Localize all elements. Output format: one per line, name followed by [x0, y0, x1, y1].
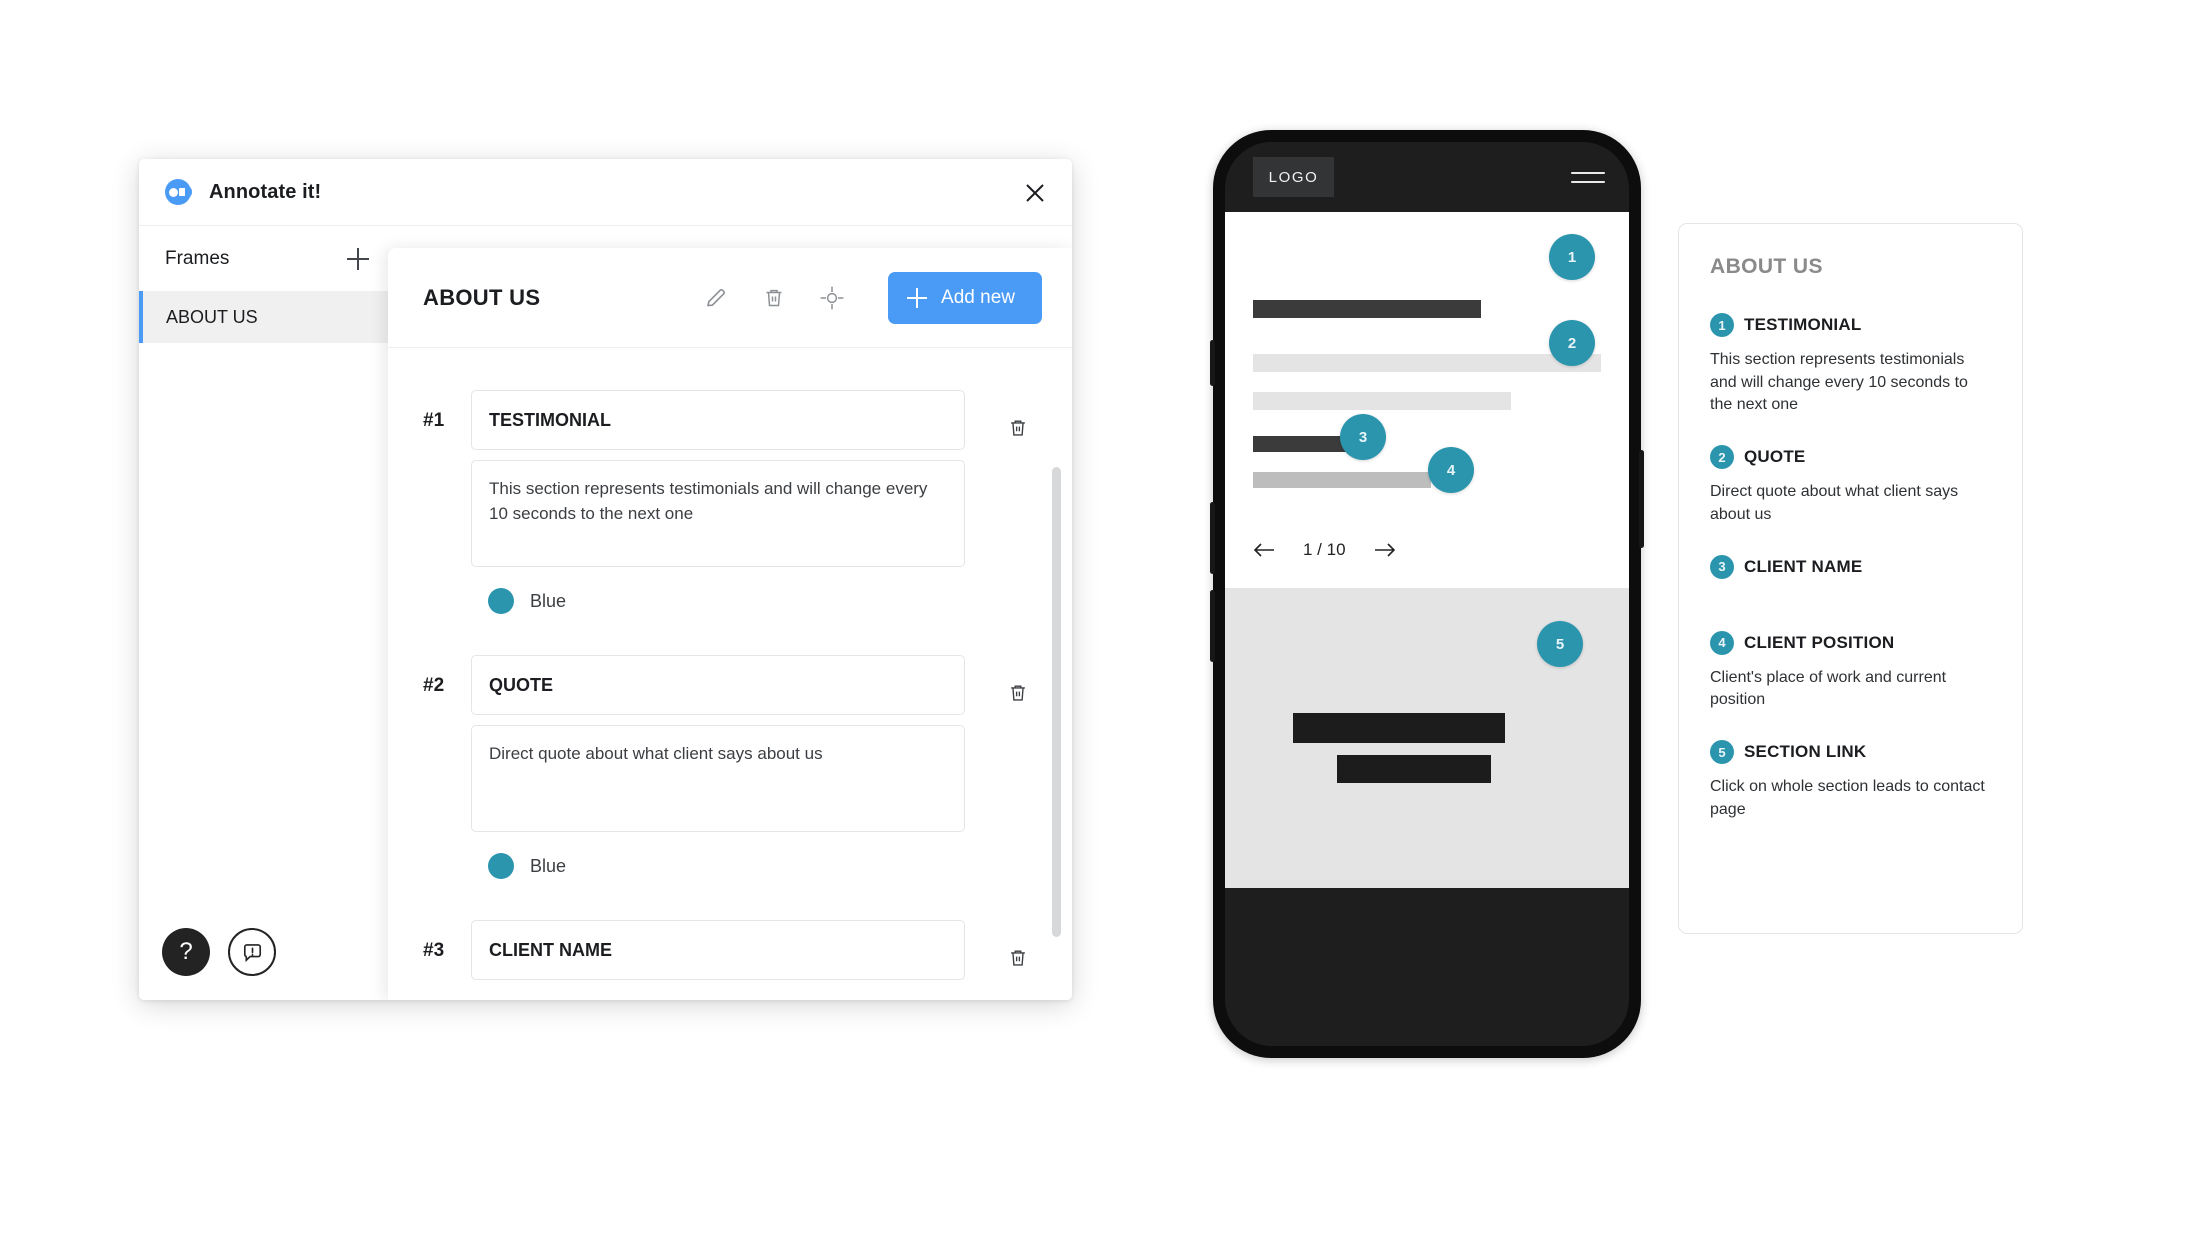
detail-toolbar: ABOUT US Add new: [388, 248, 1072, 348]
row-index: #2: [423, 675, 445, 696]
phone-button-power: [1639, 450, 1644, 548]
legend-badge: 1: [1710, 313, 1734, 337]
legend-item-name: QUOTE: [1744, 447, 1806, 467]
arrow-right-icon[interactable]: [1374, 541, 1396, 559]
legend-item-name: TESTIMONIAL: [1744, 315, 1862, 334]
legend-item: 5 SECTION LINK Click on whole section le…: [1710, 740, 1992, 821]
sidebar-item-label: ABOUT US: [166, 306, 258, 327]
annotation-row: #2 QUOTE Direct quote about what client …: [388, 655, 1072, 879]
help-icon[interactable]: ?: [162, 928, 210, 976]
screenshot-root: Annotate it! Frames ABOUT US ABOUT US Ad…: [0, 0, 2185, 1260]
marker-label: 4: [1446, 461, 1456, 479]
row-index: #3: [423, 940, 445, 961]
annotate-logo-icon: [165, 179, 192, 205]
cta-bar-primary: [1293, 713, 1505, 743]
legend-badge: 4: [1710, 630, 1734, 655]
color-swatch: [488, 588, 514, 614]
row-index: #1: [423, 410, 445, 431]
legend-title: ABOUT US: [1710, 255, 1823, 278]
phone-button-mute: [1210, 340, 1215, 386]
delete-icon[interactable]: [754, 278, 794, 318]
hamburger-icon[interactable]: [1571, 165, 1605, 190]
annotation-row: #1 TESTIMONIAL This section represents t…: [388, 390, 1072, 614]
annotation-marker-5[interactable]: 5: [1537, 621, 1583, 667]
sidebar-item-about-us[interactable]: ABOUT US: [139, 291, 395, 343]
close-icon[interactable]: [1020, 178, 1050, 208]
plus-icon: [907, 287, 928, 308]
row-title-input[interactable]: TESTIMONIAL: [471, 390, 965, 450]
legend-item-name: CLIENT POSITION: [1744, 632, 1895, 652]
legend-badge: 3: [1710, 554, 1734, 579]
legend-item-desc: This section represents testimonials and…: [1710, 351, 1968, 414]
legend-item: 4 CLIENT POSITION Client's place of work…: [1710, 630, 1992, 712]
add-frame-icon[interactable]: [343, 244, 373, 274]
target-icon[interactable]: [812, 278, 852, 318]
marker-label: 2: [1567, 334, 1577, 352]
annotation-legend-card: ABOUT US 1 TESTIMONIAL This section repr…: [1678, 223, 2023, 934]
trash-icon[interactable]: [998, 673, 1038, 713]
row-title-input[interactable]: CLIENT NAME: [471, 920, 965, 980]
trash-icon[interactable]: [998, 938, 1038, 978]
frames-sidebar: Frames ABOUT US: [139, 226, 395, 1000]
legend-item: 3 CLIENT NAME: [1710, 554, 1992, 579]
app-title: Annotate it!: [209, 180, 322, 203]
marker-label: 5: [1555, 635, 1565, 653]
legend-badge: 5: [1710, 740, 1734, 765]
mobile-logo: LOGO: [1253, 157, 1334, 197]
row-description-input[interactable]: Direct quote about what client says abou…: [471, 725, 965, 832]
carousel-pagination: 1 / 10: [1253, 540, 1396, 560]
add-new-button[interactable]: Add new: [888, 271, 1042, 324]
phone-button-volume-down: [1210, 590, 1215, 662]
client-position-bar: [1253, 472, 1431, 488]
text-placeholder-bar: [1253, 392, 1511, 410]
page-title: ABOUT US: [423, 284, 541, 310]
row-color-selector[interactable]: Blue: [488, 853, 965, 879]
legend-badge: 2: [1710, 445, 1734, 470]
window-titlebar: Annotate it!: [139, 159, 1072, 226]
frames-header: Frames: [139, 226, 395, 291]
color-label: Blue: [530, 590, 567, 611]
frame-detail-panel: ABOUT US Add new #1 TESTIMONIAL This sec…: [388, 248, 1072, 1000]
heading-placeholder-bar: [1253, 300, 1481, 318]
mobile-navbar: LOGO: [1225, 142, 1629, 212]
color-label: Blue: [530, 855, 567, 876]
help-glyph: ?: [179, 938, 193, 965]
add-new-label: Add new: [941, 286, 1015, 308]
legend-item-desc: Direct quote about what client says abou…: [1710, 483, 1959, 523]
frames-label: Frames: [165, 247, 230, 269]
text-placeholder-bar: [1253, 354, 1601, 372]
annotation-marker-4[interactable]: 4: [1428, 447, 1474, 493]
marker-label: 1: [1567, 248, 1577, 266]
annotation-marker-1[interactable]: 1: [1549, 234, 1595, 280]
annotation-marker-2[interactable]: 2: [1549, 320, 1595, 366]
annotation-rows-list: #1 TESTIMONIAL This section represents t…: [388, 349, 1072, 1000]
legend-item: 1 TESTIMONIAL This section represents te…: [1710, 313, 1992, 417]
row-title-input[interactable]: QUOTE: [471, 655, 965, 715]
cta-bar-secondary: [1337, 755, 1491, 783]
row-description-input[interactable]: This section represents testimonials and…: [471, 460, 965, 567]
phone-mockup: LOGO 1 / 10 1 2 3 4 5: [1210, 130, 1644, 1058]
page-counter: 1 / 10: [1303, 540, 1346, 559]
legend-item-name: CLIENT NAME: [1744, 556, 1863, 576]
annotation-row: #3 CLIENT NAME: [388, 920, 1072, 980]
phone-screen: LOGO 1 / 10 1 2 3 4 5: [1225, 142, 1629, 1046]
legend-item-name: SECTION LINK: [1744, 742, 1867, 762]
legend-item-desc: Click on whole section leads to contact …: [1710, 778, 1985, 818]
row-color-selector[interactable]: Blue: [488, 588, 965, 614]
arrow-left-icon[interactable]: [1253, 541, 1275, 559]
feedback-icon[interactable]: [228, 928, 276, 976]
legend-item: 2 QUOTE Direct quote about what client s…: [1710, 445, 1992, 526]
phone-button-volume-up: [1210, 502, 1215, 574]
about-us-section: 1 / 10 1 2 3 4: [1225, 212, 1629, 588]
floating-help-buttons: ?: [162, 928, 276, 976]
marker-label: 3: [1358, 428, 1368, 446]
trash-icon[interactable]: [998, 408, 1038, 448]
annotation-marker-3[interactable]: 3: [1340, 414, 1386, 460]
edit-icon[interactable]: [696, 278, 736, 318]
annotate-it-window: Annotate it! Frames ABOUT US ABOUT US Ad…: [139, 159, 1072, 1000]
legend-item-desc: Client's place of work and current posit…: [1710, 668, 1947, 709]
color-swatch: [488, 853, 514, 879]
vertical-scrollbar[interactable]: [1052, 467, 1061, 937]
section-link-block[interactable]: 5: [1225, 588, 1629, 888]
